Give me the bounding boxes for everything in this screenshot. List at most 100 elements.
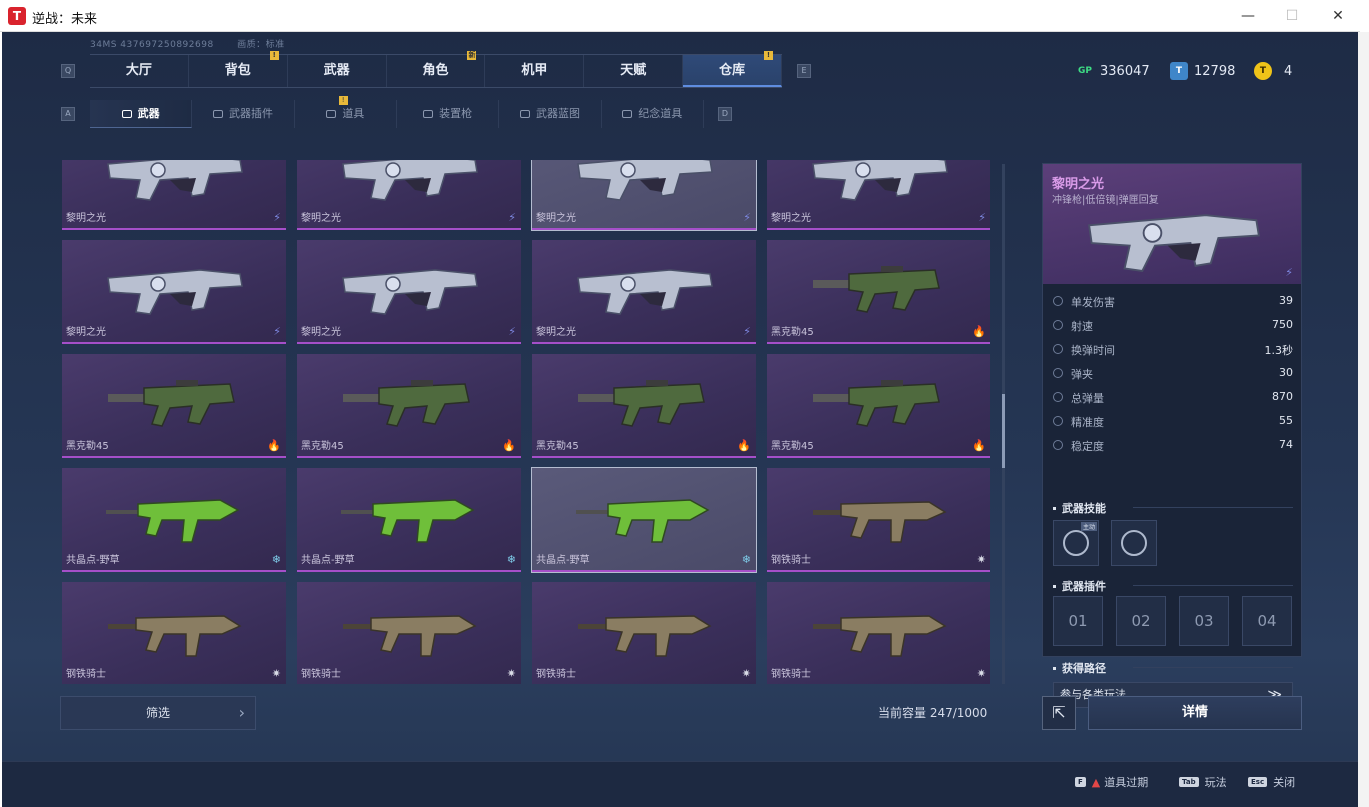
item-grid: 黎明之光 ⚡ 黎明之光 ⚡ 黎明之光 ⚡ 黎明之光 ⚡ 黎明之光 ⚡ 黎明之光 ⚡ 黎明之光 ⚡ 黑克勒45… bbox=[60, 160, 990, 684]
plugin-slot-4[interactable]: 04 bbox=[1242, 596, 1292, 646]
weapon-card[interactable]: 钢铁骑士 ✷ bbox=[767, 582, 990, 684]
skill-slot-active[interactable]: 主动 bbox=[1053, 520, 1099, 566]
lightning-icon: ⚡ bbox=[273, 211, 281, 224]
subtab-device-guns[interactable]: 装置枪 bbox=[397, 100, 500, 128]
ticket-icon: T bbox=[1170, 62, 1188, 80]
tab-talent[interactable]: 天赋 bbox=[584, 55, 684, 87]
weapon-name: 共晶点-野草 bbox=[536, 555, 590, 566]
stat-icon bbox=[1053, 440, 1063, 450]
weapon-card[interactable]: 钢铁骑士 ✷ bbox=[532, 582, 756, 684]
key-hint-q: Q bbox=[61, 64, 75, 78]
subtab-items[interactable]: 道具! bbox=[295, 96, 397, 128]
weapon-card[interactable]: 黎明之光 ⚡ bbox=[62, 160, 286, 230]
weapon-card[interactable]: 钢铁骑士 ✷ bbox=[297, 582, 521, 684]
tab-mecha[interactable]: 机甲 bbox=[485, 55, 585, 87]
ticket-value: 12798 bbox=[1194, 63, 1236, 79]
tab-lobby[interactable]: 大厅 bbox=[90, 55, 189, 87]
weapon-image bbox=[343, 380, 470, 427]
stat-label: 稳定度 bbox=[1071, 440, 1104, 453]
details-button[interactable]: 详情 bbox=[1088, 696, 1302, 730]
window-titlebar: T 逆战：未来 — ☐ ✕ bbox=[0, 0, 1360, 32]
tab-weapons[interactable]: 武器 bbox=[288, 55, 387, 87]
weapon-card[interactable]: 共晶点-野草 ❄ bbox=[297, 468, 521, 572]
weapon-card[interactable]: 黑克勒45 🔥 bbox=[532, 354, 756, 458]
hint-expiry[interactable]: F ▲ 道具过期 bbox=[1075, 774, 1148, 790]
stat-row: 稳定度 74 bbox=[1053, 436, 1293, 458]
stat-value: 74 bbox=[1279, 438, 1293, 451]
divider bbox=[1133, 585, 1293, 586]
key-hint-d: D bbox=[718, 107, 732, 121]
plugin-slot-1[interactable]: 01 bbox=[1053, 596, 1103, 646]
weapon-card[interactable]: 黎明之光 ⚡ bbox=[297, 160, 521, 230]
maximize-button[interactable]: ☐ bbox=[1274, 4, 1310, 28]
stat-row: 总弹量 870 bbox=[1053, 388, 1293, 410]
plugin-slot-2[interactable]: 02 bbox=[1116, 596, 1166, 646]
tab-backpack[interactable]: 背包! bbox=[189, 51, 288, 87]
weapon-name: 黑克勒45 bbox=[66, 441, 109, 452]
hint-close[interactable]: Esc 关闭 bbox=[1248, 774, 1295, 790]
weapon-card[interactable]: 黑克勒45 🔥 bbox=[297, 354, 521, 458]
divider bbox=[1133, 507, 1293, 508]
close-window-button[interactable]: ✕ bbox=[1320, 4, 1356, 28]
new-badge: 新 bbox=[467, 51, 477, 60]
plugins-title: 武器插件 bbox=[1053, 578, 1106, 594]
tab-character[interactable]: 角色新 bbox=[387, 51, 486, 87]
weapon-name: 黎明之光 bbox=[66, 327, 106, 338]
coin-icon: T bbox=[1254, 62, 1272, 80]
stat-value: 870 bbox=[1272, 390, 1293, 403]
stat-value: 750 bbox=[1272, 318, 1293, 331]
weapon-card[interactable]: 黑克勒45 🔥 bbox=[62, 354, 286, 458]
share-icon[interactable]: ⇱ bbox=[1042, 696, 1076, 730]
alert-badge: ! bbox=[269, 51, 279, 60]
weapon-name: 黑克勒45 bbox=[301, 441, 344, 452]
ticket-currency: T 12798 bbox=[1170, 62, 1235, 80]
gp-value: 336047 bbox=[1100, 63, 1150, 79]
lightning-icon: ⚡ bbox=[508, 325, 516, 338]
skill-icon bbox=[1121, 530, 1147, 556]
stat-icon bbox=[1053, 344, 1063, 354]
subtab-blueprints[interactable]: 武器蓝图 bbox=[499, 100, 602, 128]
weapon-card[interactable]: 黎明之光 ⚡ bbox=[767, 160, 990, 230]
weapon-name: 黑克勒45 bbox=[771, 441, 814, 452]
weapon-card[interactable]: 黑克勒45 🔥 bbox=[767, 354, 990, 458]
subtab-weapons[interactable]: 武器 bbox=[90, 100, 193, 128]
weapon-card[interactable]: 黎明之光 ⚡ bbox=[532, 240, 756, 344]
weapon-card[interactable]: 黎明之光 ⚡ bbox=[531, 160, 757, 231]
weapon-image bbox=[106, 499, 240, 543]
tab-warehouse[interactable]: 仓库! bbox=[683, 51, 783, 87]
stat-row: 射速 750 bbox=[1053, 316, 1293, 338]
divider bbox=[1133, 667, 1293, 668]
weapon-image bbox=[812, 160, 948, 201]
weapon-name: 钢铁骑士 bbox=[66, 669, 106, 680]
connection-info: 34MS 437697250892698 画质：标准 bbox=[90, 37, 305, 50]
weapon-card[interactable]: 黎明之光 ⚡ bbox=[297, 240, 521, 344]
stat-label: 换弹时间 bbox=[1071, 344, 1115, 357]
weapon-image bbox=[342, 160, 478, 201]
alert-badge: ! bbox=[338, 96, 348, 105]
weapon-name: 共晶点-野草 bbox=[66, 555, 120, 566]
weapon-name: 黑克勒45 bbox=[771, 327, 814, 338]
weapon-card[interactable]: 钢铁骑士 ✷ bbox=[767, 468, 990, 572]
minimize-button[interactable]: — bbox=[1230, 4, 1266, 28]
stat-label: 总弹量 bbox=[1071, 392, 1104, 405]
weapon-name: 黎明之光 bbox=[301, 213, 341, 224]
hint-gameplay[interactable]: Tab 玩法 bbox=[1179, 774, 1227, 790]
scrollbar-thumb[interactable] bbox=[1002, 394, 1005, 468]
plugin-icon bbox=[212, 110, 223, 118]
app-logo-icon: T bbox=[8, 7, 26, 25]
weapon-card[interactable]: 钢铁骑士 ✷ bbox=[62, 582, 286, 684]
weapon-card[interactable]: 黎明之光 ⚡ bbox=[62, 240, 286, 344]
skill-slot-passive[interactable] bbox=[1111, 520, 1157, 566]
plugin-slot-3[interactable]: 03 bbox=[1179, 596, 1229, 646]
weapon-image bbox=[813, 501, 947, 543]
device-gun-icon bbox=[423, 110, 434, 118]
weapon-image bbox=[108, 380, 235, 427]
subtab-souvenirs[interactable]: 纪念道具 bbox=[602, 100, 704, 128]
weapon-card[interactable]: 共晶点-野草 ❄ bbox=[531, 467, 757, 573]
weapon-card[interactable]: 黑克勒45 🔥 bbox=[767, 240, 990, 344]
weapon-card[interactable]: 共晶点-野草 ❄ bbox=[62, 468, 286, 572]
souvenir-icon bbox=[622, 110, 633, 118]
weapon-image bbox=[108, 615, 242, 657]
subtab-weapon-plugins[interactable]: 武器插件 bbox=[192, 100, 295, 128]
filter-button[interactable]: 筛选 › bbox=[60, 696, 256, 730]
